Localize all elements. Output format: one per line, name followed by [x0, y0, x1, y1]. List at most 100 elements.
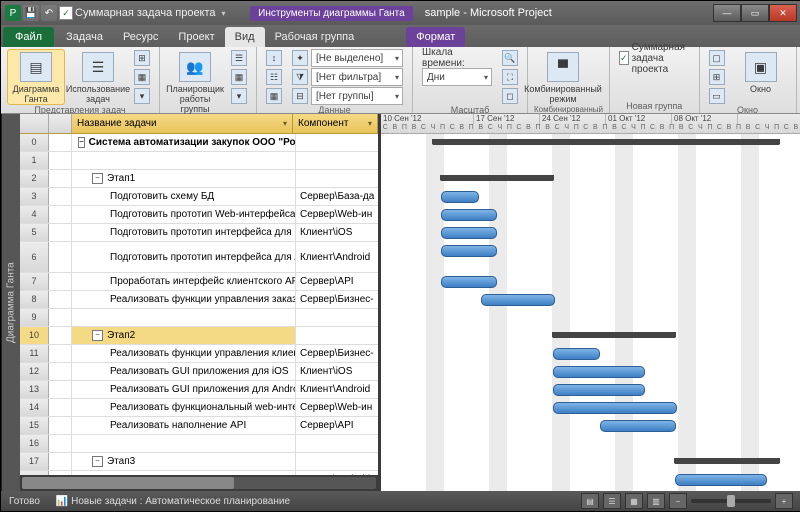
outline-toggle[interactable]: − [92, 456, 103, 467]
table-row[interactable]: 4Подготовить прототип Web-интерфейсаСерв… [20, 206, 378, 224]
task-name-cell[interactable]: Реализовать GUI приложения для iOS [72, 363, 296, 380]
task-name-cell[interactable]: Реализовать функции управления клиентами [72, 345, 296, 362]
save-icon[interactable]: 💾 [23, 5, 39, 21]
component-cell[interactable]: Сервер\API [296, 417, 378, 434]
task-name-cell[interactable]: Подготовить прототип интерфейса для iOS [72, 224, 296, 241]
timeline-header[interactable]: 10 Сен '1217 Сен '1224 Сен '1201 Окт '12… [381, 114, 800, 134]
qat-checkbox[interactable]: ✓ [59, 6, 73, 20]
outline-button[interactable]: ☷ [263, 68, 285, 86]
column-header-name[interactable]: Название задачи▾ [72, 114, 293, 133]
row-number[interactable]: 13 [20, 381, 49, 398]
tab-team[interactable]: Рабочая группа [265, 27, 365, 47]
view-sheet-icon[interactable]: ▥ [647, 493, 665, 509]
row-number[interactable]: 3 [20, 188, 49, 205]
tab-project[interactable]: Проект [168, 27, 224, 47]
tab-format[interactable]: Формат [406, 27, 465, 47]
calendar-button[interactable]: ▦ [131, 68, 153, 86]
row-number[interactable]: 7 [20, 273, 49, 290]
component-cell[interactable]: Сервер\Бизнес- [296, 291, 378, 308]
table-row[interactable]: 6Подготовить прототип интерфейса для And… [20, 242, 378, 273]
table-row[interactable]: 17−Этап3 [20, 453, 378, 471]
new-window-button[interactable]: ▢ [706, 49, 728, 67]
row-number[interactable]: 0 [20, 134, 49, 151]
table-row[interactable]: 3Подготовить схему БДСервер\База-да [20, 188, 378, 206]
task-bar[interactable] [553, 384, 645, 396]
row-number[interactable]: 5 [20, 224, 49, 241]
switch-window-button[interactable]: ▣ Окно [732, 49, 790, 95]
gantt-chart-button[interactable]: ▤ Диаграмма Ганта [7, 49, 65, 105]
zoom-in-icon[interactable]: + [775, 493, 793, 509]
task-bar[interactable] [441, 191, 479, 203]
resource-usage-button[interactable]: ☰ [228, 49, 250, 67]
task-name-cell[interactable]: Подготовить прототип Web-интерфейса [72, 206, 296, 223]
summary-task-checkbox[interactable]: ✓ [619, 51, 629, 65]
row-number[interactable]: 9 [20, 309, 49, 326]
task-name-cell[interactable]: Реализовать функциональный web-интерфейс [72, 399, 296, 416]
component-cell[interactable] [296, 134, 378, 151]
component-cell[interactable]: Сервер\База-да [296, 188, 378, 205]
row-number[interactable]: 16 [20, 435, 49, 452]
outline-toggle[interactable]: − [78, 137, 85, 148]
column-header-component[interactable]: Компонент▾ [293, 114, 378, 133]
table-row[interactable]: 5 Подготовить прототип интерфейса для iOS… [20, 224, 378, 242]
row-number[interactable]: 14 [20, 399, 49, 416]
task-name-cell[interactable]: Реализовать функции управления заказами [72, 291, 296, 308]
zoom-out-icon[interactable]: − [669, 493, 687, 509]
other-views-button[interactable]: ▾ [131, 87, 153, 105]
component-cell[interactable] [296, 327, 378, 344]
file-tab[interactable]: Файл [3, 27, 54, 47]
filter-combo[interactable]: [Нет фильтра] [311, 68, 403, 86]
row-number[interactable]: 11 [20, 345, 49, 362]
outline-toggle[interactable]: − [92, 173, 103, 184]
column-dropdown-icon[interactable]: ▾ [283, 119, 287, 128]
row-number[interactable]: 1 [20, 152, 49, 169]
table-row[interactable]: 9 [20, 309, 378, 327]
table-row[interactable]: 0 −Система автоматизации закупок ООО "Рог… [20, 134, 378, 152]
network-diagram-button[interactable]: ⊞ [131, 49, 153, 67]
component-cell[interactable]: Сервер\Бизнес- [296, 345, 378, 362]
table-row[interactable]: 11 Реализовать функции управления клиента… [20, 345, 378, 363]
tab-resource[interactable]: Ресурс [113, 27, 168, 47]
component-cell[interactable] [296, 152, 378, 169]
zoom-slider[interactable] [691, 499, 771, 503]
split-view-button[interactable]: ▀ Комбинированный режим [534, 49, 592, 105]
row-number[interactable]: 2 [20, 170, 49, 187]
task-usage-button[interactable]: ☰ Использование задач [69, 49, 127, 105]
component-cell[interactable]: Сервер\Web-ин [296, 206, 378, 223]
summary-bar[interactable] [553, 332, 675, 338]
outline-toggle[interactable]: − [92, 330, 103, 341]
row-number[interactable]: 12 [20, 363, 49, 380]
view-usage-icon[interactable]: ☰ [603, 493, 621, 509]
other-resource-views-button[interactable]: ▾ [228, 87, 250, 105]
row-number[interactable]: 6 [20, 242, 49, 272]
table-h-scrollbar[interactable] [20, 475, 378, 491]
summary-bar[interactable] [675, 458, 779, 464]
table-row[interactable]: 14 Реализовать функциональный web-интерфе… [20, 399, 378, 417]
task-name-cell[interactable]: −Система автоматизации закупок ООО "Рога… [72, 134, 296, 151]
table-row[interactable]: 10−Этап2 [20, 327, 378, 345]
minimize-button[interactable]: — [713, 4, 741, 22]
table-row[interactable]: 15Реализовать наполнение APIСервер\API [20, 417, 378, 435]
selected-tasks-button[interactable]: ◻ [499, 87, 521, 105]
close-button[interactable]: ✕ [769, 4, 797, 22]
task-bar[interactable] [441, 245, 497, 257]
task-bar[interactable] [600, 420, 676, 432]
task-bar[interactable] [553, 402, 677, 414]
app-icon[interactable]: P [5, 5, 21, 21]
view-bar[interactable]: Диаграмма Ганта [1, 114, 20, 491]
row-number[interactable]: 17 [20, 453, 49, 470]
task-name-cell[interactable] [72, 435, 296, 452]
table-row[interactable]: 16 [20, 435, 378, 453]
hide-button[interactable]: ▭ [706, 87, 728, 105]
task-name-cell[interactable]: Реализовать GUI приложения для Android [72, 381, 296, 398]
table-row[interactable]: 7Проработать интерфейс клиентского APIСе… [20, 273, 378, 291]
task-bar[interactable] [675, 474, 767, 486]
component-cell[interactable] [296, 309, 378, 326]
task-name-cell[interactable]: Реализовать наполнение API [72, 417, 296, 434]
component-cell[interactable]: Клиент\iOS [296, 363, 378, 380]
timeline-week[interactable]: 17 Сен '12 [474, 114, 540, 124]
component-cell[interactable] [296, 435, 378, 452]
component-cell[interactable]: Клиент\Android [296, 381, 378, 398]
gantt-body[interactable] [381, 134, 800, 491]
column-dropdown-icon[interactable]: ▾ [368, 119, 372, 128]
